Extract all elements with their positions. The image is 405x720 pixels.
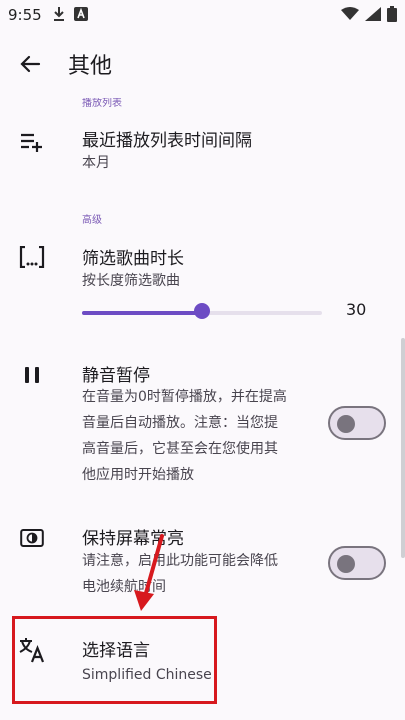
status-time: 9:55: [8, 6, 42, 24]
bracket-dots-icon: [18, 243, 46, 271]
setting-subtitle-line: 他应用时开始播放: [82, 467, 194, 483]
screen-brightness-icon: [18, 524, 46, 552]
signal-icon: [365, 7, 381, 21]
switch-knob: [337, 415, 355, 433]
duration-slider-fill: [82, 311, 202, 315]
setting-subtitle-line: 高音量后，它甚至会在您使用其: [82, 441, 278, 457]
setting-subtitle: 按长度筛选歌曲: [82, 273, 180, 289]
duration-slider-value: 30: [346, 300, 367, 319]
setting-title: 筛选歌曲时长: [82, 249, 184, 269]
setting-title: 最近播放列表时间间隔: [82, 131, 252, 151]
setting-title: 静音暂停: [82, 366, 150, 386]
section-header-playlist: 播放列表: [82, 98, 122, 109]
red-arrow-annotation: [134, 534, 164, 611]
section-header-advanced: 高级: [82, 215, 102, 226]
notification-a-icon: [74, 7, 88, 21]
playlist-add-icon: [18, 128, 46, 156]
status-left-icons: [52, 6, 88, 22]
back-arrow-icon: [20, 55, 41, 73]
pause-icon: [18, 361, 46, 389]
setting-subtitle-line: 电池续航时间: [82, 579, 166, 595]
settings-list[interactable]: 播放列表 最近播放列表时间间隔 本月 高级 筛选歌曲时长 按长度筛选歌曲 30: [0, 98, 405, 720]
battery-icon: [387, 6, 397, 22]
app-bar: 其他: [0, 30, 405, 98]
download-icon: [54, 7, 64, 21]
highlight-annotation: [12, 616, 217, 704]
page-title: 其他: [68, 54, 113, 79]
keep-screen-on-switch[interactable]: [328, 546, 386, 580]
setting-subtitle-line: 音量后自动播放。注意：当您提: [82, 415, 278, 431]
scrollbar[interactable]: [401, 338, 405, 558]
mute-pause-switch[interactable]: [328, 406, 386, 440]
status-bar: 9:55: [0, 0, 405, 30]
back-button[interactable]: [14, 48, 46, 80]
setting-subtitle: 本月: [82, 155, 110, 171]
duration-slider-thumb[interactable]: [194, 303, 210, 319]
status-right-icons: [341, 6, 397, 22]
wifi-icon: [341, 7, 359, 20]
setting-subtitle-line: 请注意，启用此功能可能会降低: [82, 553, 278, 569]
setting-subtitle-line: 在音量为0时暂停播放，并在提高: [82, 389, 287, 405]
switch-knob: [337, 555, 355, 573]
